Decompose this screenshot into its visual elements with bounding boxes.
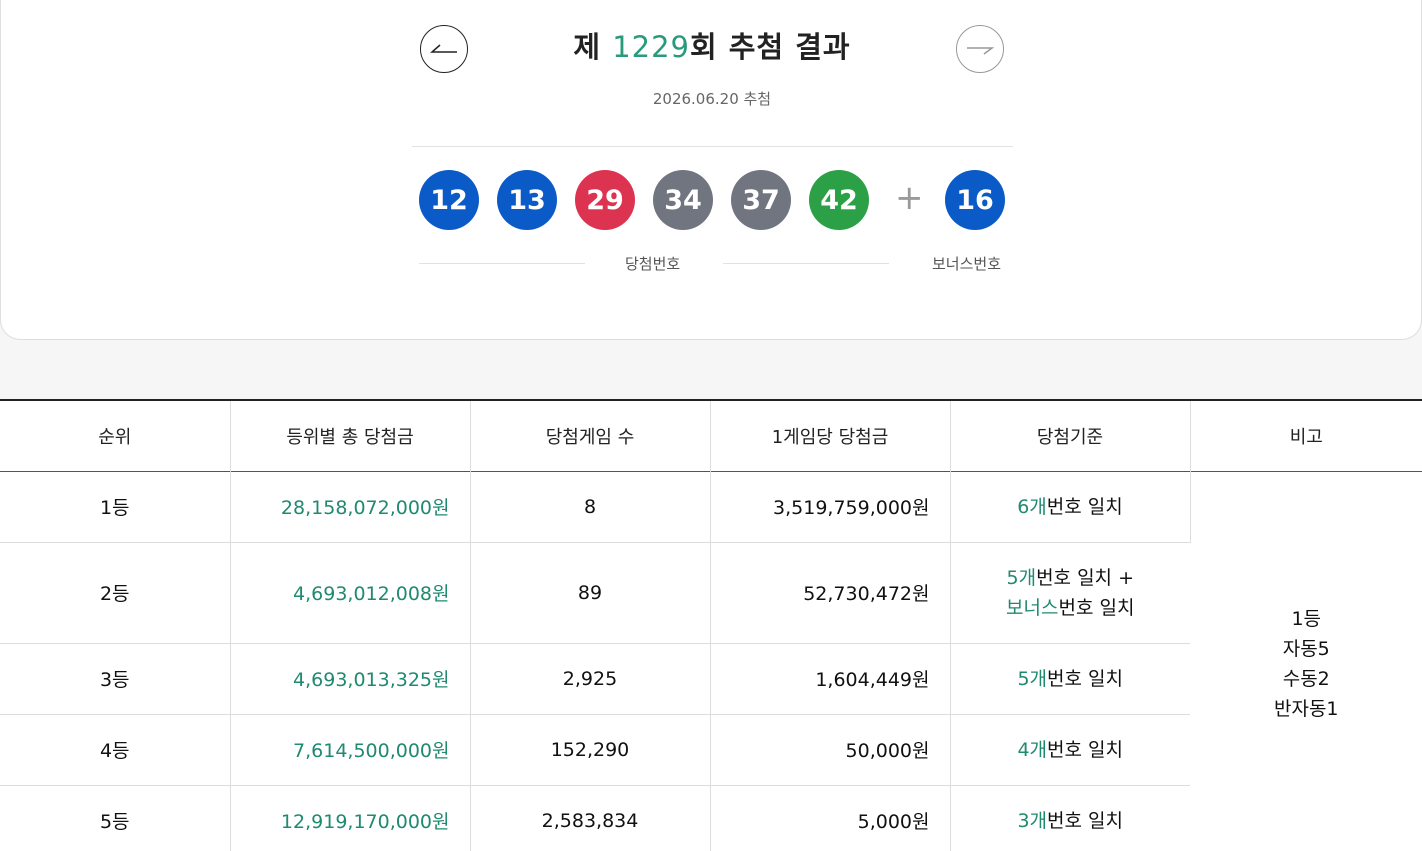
bonus-ball: 16 bbox=[945, 170, 1005, 230]
col-header-rank: 순위 bbox=[0, 400, 231, 471]
bonus-number-label: 보너스번호 bbox=[932, 255, 1002, 273]
criteria-cell: 5개번호 일치 bbox=[950, 643, 1190, 715]
total-prize-cell: 12,919,170,000원 bbox=[230, 785, 471, 851]
prize-per-game-cell: 3,519,759,000원 bbox=[710, 471, 951, 543]
winning-ball: 34 bbox=[653, 170, 713, 230]
rank-cell: 2등 bbox=[0, 542, 231, 644]
criteria-cell: 5개번호 일치 + 보너스번호 일치 bbox=[950, 542, 1190, 644]
rank-cell: 3등 bbox=[0, 643, 231, 715]
remark-cell: 1등 자동5 수동2 반자동1 bbox=[1190, 471, 1422, 851]
criteria-cell: 3개번호 일치 bbox=[950, 785, 1190, 851]
rank-cell: 5등 bbox=[0, 785, 231, 851]
divider bbox=[412, 146, 1013, 147]
total-prize-cell: 4,693,012,008원 bbox=[230, 542, 471, 644]
winning-ball: 29 bbox=[575, 170, 635, 230]
col-header-total-prize: 등위별 총 당첨금 bbox=[230, 400, 471, 471]
draw-date: 2026.06.20 추첨 bbox=[652, 90, 772, 108]
prize-per-game-cell: 5,000원 bbox=[710, 785, 951, 851]
page-title: 제 1229회 추첨 결과 bbox=[573, 30, 851, 64]
arrow-left-icon bbox=[430, 44, 457, 53]
round-number: 1229 bbox=[612, 30, 690, 64]
winner-count-cell: 2,583,834 bbox=[470, 785, 711, 851]
draw-result-card: 제 1229회 추첨 결과 2026.06.20 추첨 12 13 29 34 … bbox=[0, 0, 1422, 340]
total-prize-cell: 7,614,500,000원 bbox=[230, 714, 471, 786]
total-prize-cell: 4,693,013,325원 bbox=[230, 643, 471, 715]
winning-ball: 37 bbox=[731, 170, 791, 230]
prize-per-game-cell: 50,000원 bbox=[710, 714, 951, 786]
winning-ball: 12 bbox=[419, 170, 479, 230]
col-header-prize-per-game: 1게임당 당첨금 bbox=[710, 400, 951, 471]
prize-per-game-cell: 1,604,449원 bbox=[710, 643, 951, 715]
table-row: 1등 28,158,072,000원 8 3,519,759,000원 6개번호… bbox=[0, 471, 1422, 851]
winner-count-cell: 152,290 bbox=[470, 714, 711, 786]
total-prize-cell: 28,158,072,000원 bbox=[230, 471, 471, 543]
arrow-right-icon bbox=[967, 47, 994, 55]
prize-table: 순위 등위별 총 당첨금 당첨게임 수 1게임당 당첨금 당첨기준 비고 1등 … bbox=[0, 399, 1422, 851]
criteria-cell: 6개번호 일치 bbox=[950, 471, 1191, 543]
rank-cell: 4등 bbox=[0, 714, 231, 786]
prize-table-wrapper: 순위 등위별 총 당첨금 당첨게임 수 1게임당 당첨금 당첨기준 비고 1등 … bbox=[0, 399, 1422, 851]
col-header-remark: 비고 bbox=[1289, 426, 1323, 448]
criteria-cell: 4개번호 일치 bbox=[950, 714, 1190, 786]
winner-count-cell: 2,925 bbox=[470, 643, 711, 715]
winning-numbers-label: 당첨번호 bbox=[625, 255, 681, 273]
prev-round-button[interactable] bbox=[420, 25, 468, 73]
table-header-row: 순위 등위별 총 당첨금 당첨게임 수 1게임당 당첨금 당첨기준 비고 bbox=[0, 400, 1422, 471]
rank-cell: 1등 bbox=[0, 471, 231, 543]
next-round-button[interactable] bbox=[956, 25, 1004, 73]
col-header-winner-count: 당첨게임 수 bbox=[470, 400, 711, 471]
divider bbox=[419, 263, 585, 264]
plus-icon: + bbox=[895, 178, 924, 218]
winning-ball: 13 bbox=[497, 170, 557, 230]
winner-count-cell: 89 bbox=[470, 542, 711, 644]
winner-count-cell: 8 bbox=[470, 471, 711, 543]
winning-ball: 42 bbox=[809, 170, 869, 230]
col-header-criteria: 당첨기준 bbox=[950, 400, 1191, 471]
divider bbox=[723, 263, 889, 264]
prize-per-game-cell: 52,730,472원 bbox=[710, 542, 951, 644]
